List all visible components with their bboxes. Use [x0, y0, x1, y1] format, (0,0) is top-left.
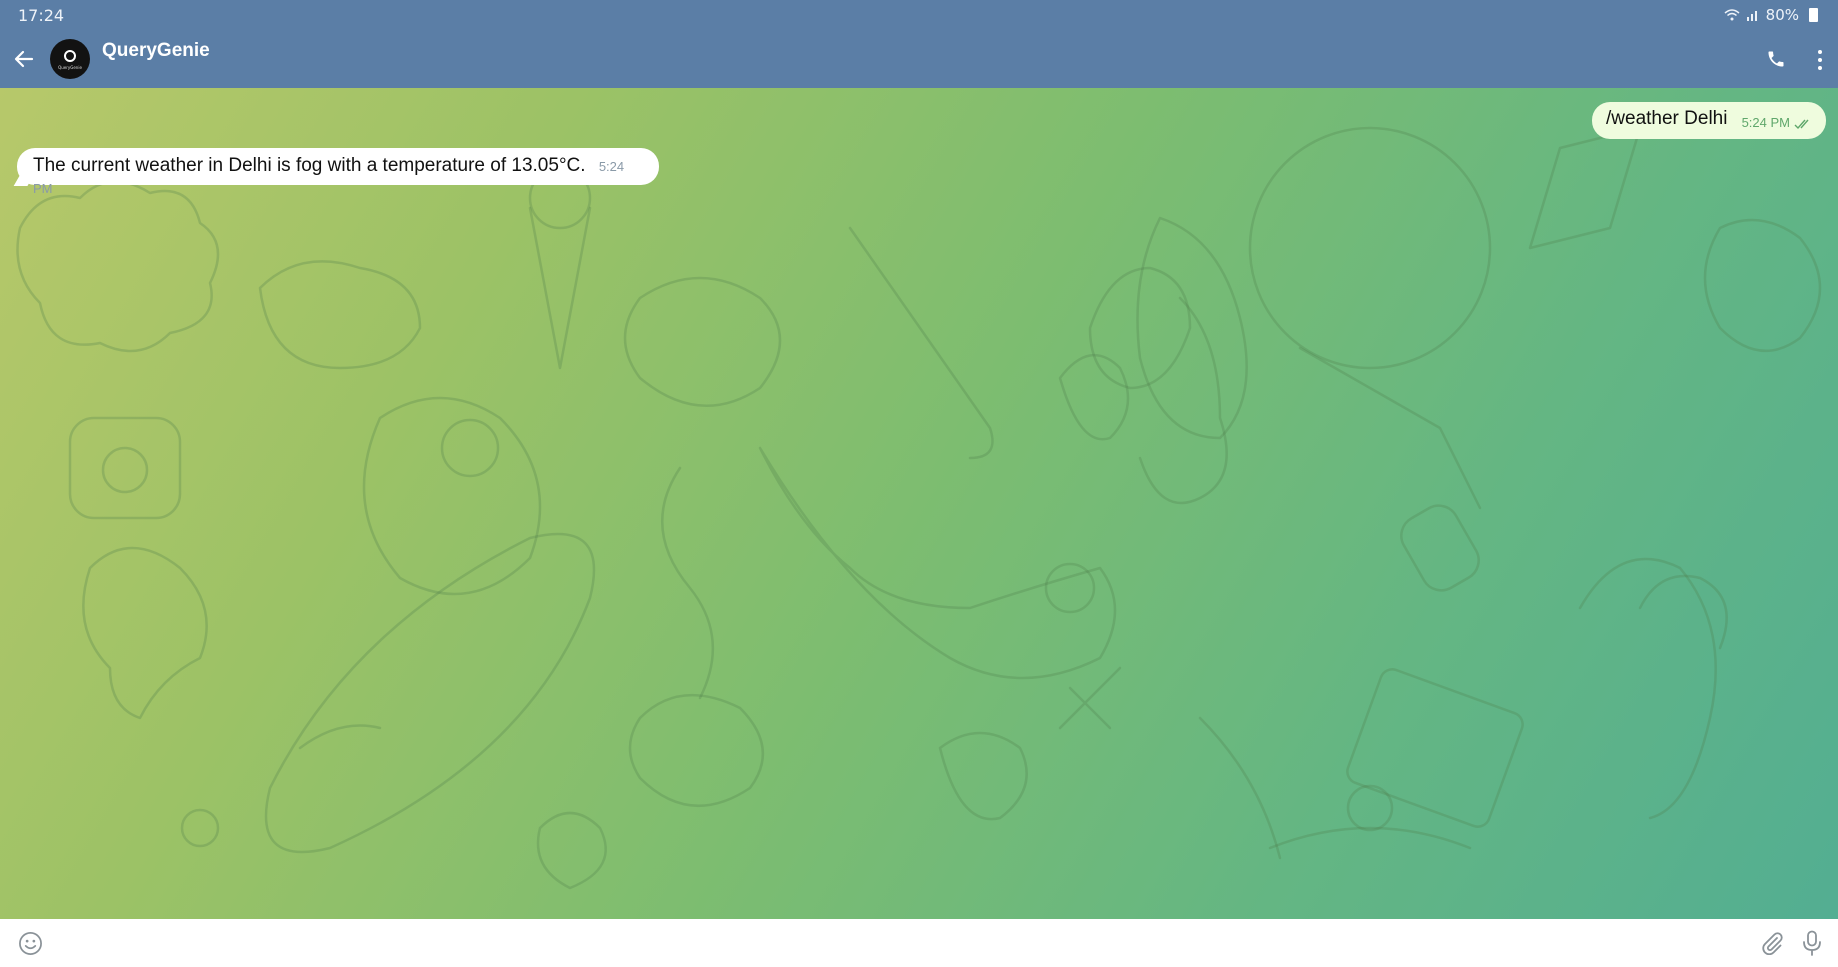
- double-check-icon: [1794, 119, 1809, 130]
- message-input[interactable]: [62, 927, 1742, 959]
- chat-title[interactable]: QueryGenie: [102, 40, 210, 62]
- microphone-icon[interactable]: [1801, 930, 1823, 956]
- avatar-label: QueryGenie: [58, 65, 82, 70]
- message-outgoing[interactable]: /weather Delhi 5:24 PM: [1592, 102, 1826, 139]
- more-vertical-icon[interactable]: [1812, 49, 1828, 71]
- status-indicators: 80%: [1724, 6, 1818, 24]
- app-bar: 17:24 80% QueryGenie QueryGenie: [0, 0, 1838, 88]
- message-incoming[interactable]: The current weather in Delhi is fog with…: [17, 148, 659, 196]
- arrow-left-icon[interactable]: [12, 47, 36, 71]
- message-time: 5:24 PM: [1741, 115, 1790, 130]
- smiley-icon[interactable]: [18, 931, 43, 956]
- signal-icon: [1746, 11, 1757, 21]
- message-text: The current weather in Delhi is fog with…: [33, 155, 586, 176]
- wifi-icon: [1724, 9, 1740, 21]
- avatar[interactable]: QueryGenie: [50, 39, 90, 79]
- message-text: /weather Delhi: [1606, 108, 1728, 129]
- status-time: 17:24: [18, 6, 65, 25]
- chat-area[interactable]: /weather Delhi 5:24 PM The current weath…: [0, 88, 1838, 919]
- battery-icon: [1809, 8, 1818, 22]
- battery-percent: 80%: [1765, 6, 1799, 24]
- composer-bar: [0, 919, 1838, 967]
- genie-logo-icon: [64, 50, 76, 62]
- phone-icon[interactable]: [1766, 49, 1786, 69]
- paperclip-icon[interactable]: [1760, 931, 1784, 955]
- chat-wallpaper-pattern: [16, 126, 1822, 890]
